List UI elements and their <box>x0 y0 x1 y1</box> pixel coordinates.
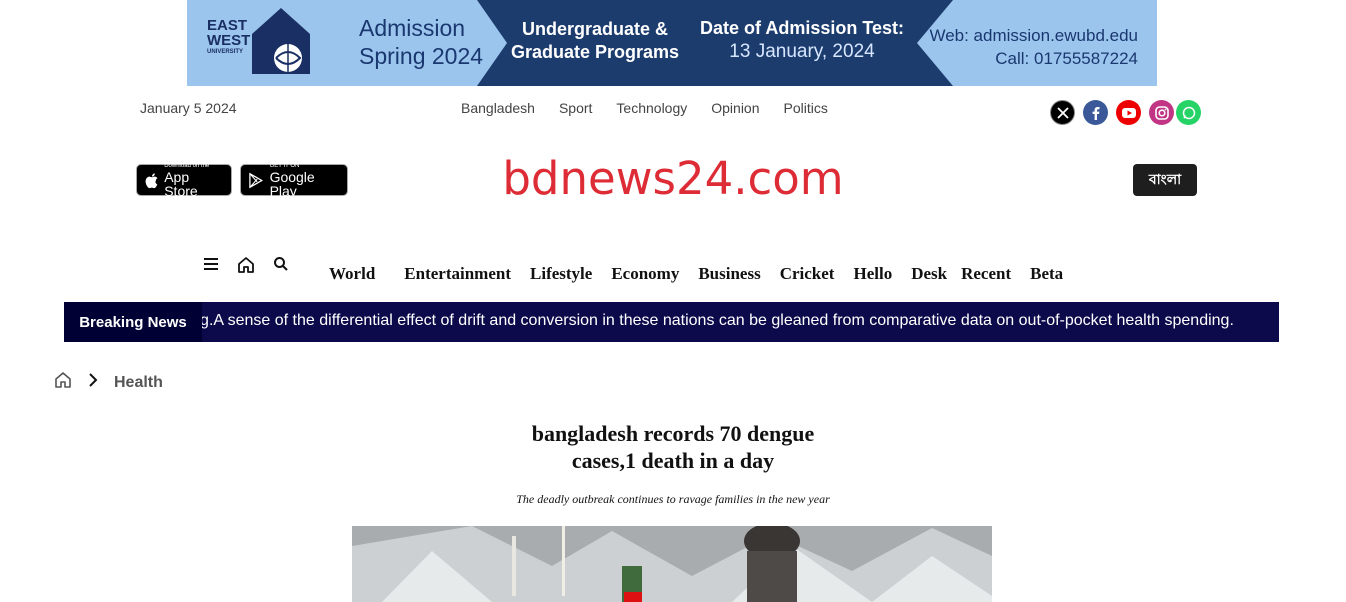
x-icon[interactable] <box>1050 100 1075 125</box>
logo-line-1: EAST <box>207 17 248 34</box>
home-icon[interactable] <box>237 256 255 274</box>
chevron-right-icon <box>89 373 98 387</box>
test-label: Date of Admission Test: <box>699 18 905 38</box>
whatsapp-icon[interactable] <box>1176 100 1201 125</box>
banner-programs: Undergraduate & Graduate Programs <box>503 18 687 64</box>
youtube-icon[interactable] <box>1116 100 1141 125</box>
banner-call: Call: 01755587224 <box>995 49 1138 68</box>
programs-line-1: Undergraduate & <box>521 19 669 39</box>
facebook-icon[interactable] <box>1083 100 1108 125</box>
search-icon[interactable] <box>273 256 289 272</box>
nav-hello[interactable]: Hello <box>853 264 892 284</box>
breaking-news-bar: spending.A sense of the differential eff… <box>64 302 1279 342</box>
nav-cricket[interactable]: Cricket <box>780 264 835 284</box>
nav-entertainment[interactable]: Entertainment <box>404 264 511 284</box>
nav-business[interactable]: Business <box>698 264 760 284</box>
main-nav: World Entertainment Lifestyle Economy Bu… <box>329 264 1063 284</box>
article-photo <box>352 526 992 602</box>
breaking-news-label: Breaking News <box>64 302 202 342</box>
instagram-icon[interactable] <box>1149 100 1174 125</box>
admission-term: Spring 2024 <box>359 43 484 69</box>
banner-test-date: Date of Admission Test: 13 January, 2024 <box>697 16 907 64</box>
banner-contact: Web: admission.ewubd.edu Call: 017555872… <box>922 24 1138 70</box>
breadcrumb-category[interactable]: Health <box>114 374 163 392</box>
bangla-language-button[interactable]: বাংলা <box>1133 164 1197 196</box>
nav-beta[interactable]: Beta <box>1030 264 1063 284</box>
nav-economy[interactable]: Economy <box>611 264 679 284</box>
breadcrumb-home-icon[interactable] <box>54 371 72 389</box>
programs-line-2: Graduate Programs <box>510 42 680 62</box>
banner-admission: Admission Spring 2024 <box>359 14 483 70</box>
top-nav: Bangladesh Sport Technology Opinion Poli… <box>461 100 828 116</box>
top-nav-sport[interactable]: Sport <box>559 100 592 116</box>
current-date: January 5 2024 <box>140 100 237 116</box>
ewu-logo-text: EAST WEST UNIVERSITY <box>207 17 251 56</box>
article-subtitle: The deadly outbreak continues to ravage … <box>516 492 830 506</box>
social-links <box>1050 100 1201 125</box>
ad-banner[interactable]: EAST WEST UNIVERSITY Admission Spring 20… <box>187 0 1157 86</box>
top-nav-politics[interactable]: Politics <box>784 100 828 116</box>
nav-desk[interactable]: Desk <box>911 264 947 284</box>
nav-icons <box>203 256 289 274</box>
nav-recent[interactable]: Recent <box>961 264 1011 284</box>
admission-title: Admission <box>359 15 466 41</box>
menu-icon[interactable] <box>203 256 219 272</box>
headline-line-2: cases,1 death in a day <box>571 448 775 473</box>
nav-lifestyle[interactable]: Lifestyle <box>530 264 592 284</box>
top-nav-bangladesh[interactable]: Bangladesh <box>461 100 535 116</box>
top-nav-opinion[interactable]: Opinion <box>711 100 759 116</box>
breaking-news-ticker[interactable]: spending.A sense of the differential eff… <box>144 312 1234 330</box>
banner-web: Web: admission.ewubd.edu <box>929 26 1138 45</box>
ewu-house-logo-icon <box>252 8 310 74</box>
logo-line-2: WEST <box>207 32 251 49</box>
nav-world[interactable]: World <box>329 264 375 284</box>
test-date: 13 January, 2024 <box>729 41 875 62</box>
article-headline: bangladesh records 70 dengue cases,1 dea… <box>0 420 1346 474</box>
top-nav-technology[interactable]: Technology <box>616 100 687 116</box>
mosquito-net-photo-image <box>352 526 992 602</box>
headline-line-1: bangladesh records 70 dengue <box>531 421 815 446</box>
breadcrumb: Health <box>54 368 163 392</box>
logo-line-3: UNIVERSITY <box>207 49 244 55</box>
